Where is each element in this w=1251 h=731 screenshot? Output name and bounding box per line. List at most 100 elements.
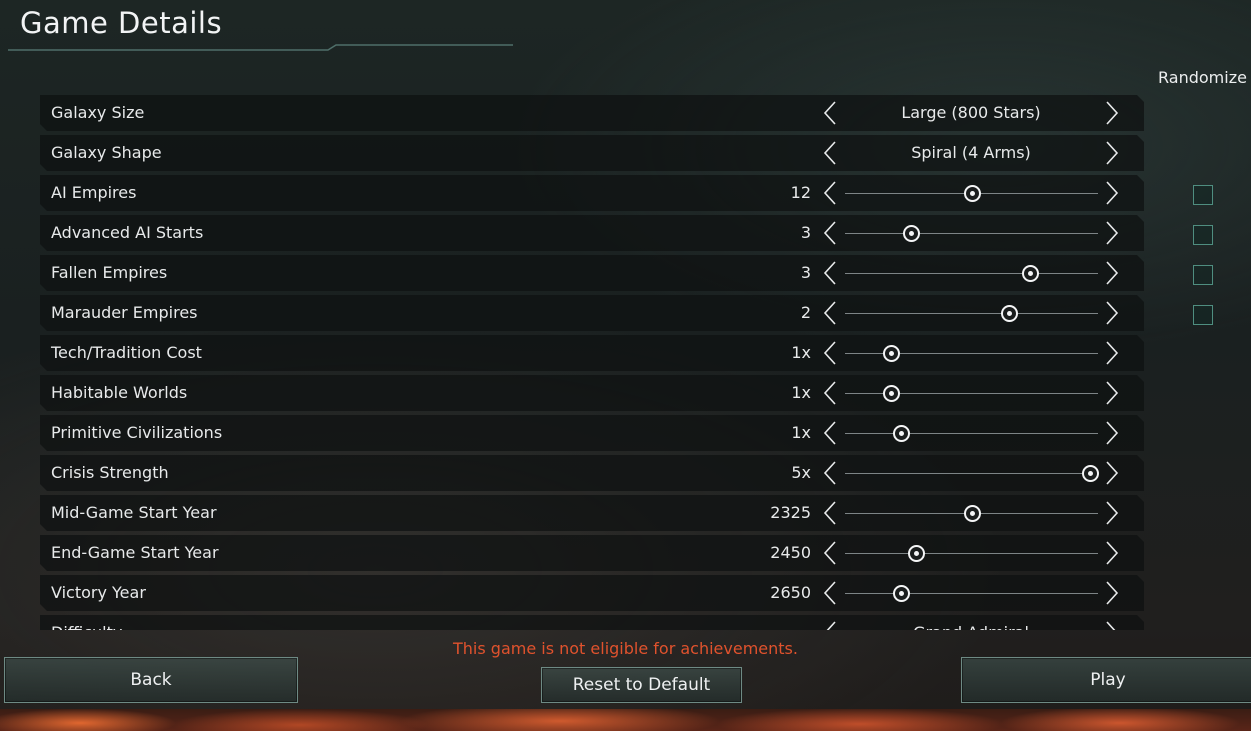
- setting-slider[interactable]: [845, 215, 1098, 251]
- setting-label: Tech/Tradition Cost: [51, 343, 202, 362]
- setting-slider[interactable]: [845, 255, 1098, 291]
- randomize-checkbox-advanced-ai-starts[interactable]: [1193, 225, 1213, 245]
- chevron-right-icon[interactable]: [1102, 619, 1120, 630]
- setting-value: 2450: [770, 543, 811, 562]
- play-button[interactable]: Play: [961, 657, 1251, 703]
- setting-row-primitive-civilizations: Primitive Civilizations 1x: [40, 415, 1144, 451]
- chevron-left-icon[interactable]: [822, 619, 840, 630]
- setting-label: Galaxy Shape: [51, 143, 162, 162]
- setting-choice-value: Grand Admiral: [840, 623, 1102, 630]
- slider-track: [845, 233, 1098, 234]
- setting-label: Victory Year: [51, 583, 146, 602]
- slider-knob[interactable]: [964, 185, 981, 202]
- chevron-right-icon[interactable]: [1102, 99, 1120, 127]
- chevron-left-icon[interactable]: [822, 299, 840, 327]
- setting-label: Difficulty: [51, 623, 122, 630]
- chevron-left-icon[interactable]: [822, 139, 840, 167]
- setting-slider[interactable]: [845, 175, 1098, 211]
- slider-knob[interactable]: [893, 425, 910, 442]
- slider-knob[interactable]: [964, 505, 981, 522]
- chevron-left-icon[interactable]: [822, 499, 840, 527]
- setting-value: 2650: [770, 583, 811, 602]
- setting-value: 2: [800, 303, 811, 322]
- setting-label: Habitable Worlds: [51, 383, 188, 402]
- setting-row-galaxy-shape: Galaxy Shape Spiral (4 Arms): [40, 135, 1144, 171]
- setting-label: Primitive Civilizations: [51, 423, 223, 442]
- chevron-left-icon[interactable]: [822, 459, 840, 487]
- setting-row-crisis-strength: Crisis Strength 5x: [40, 455, 1144, 491]
- setting-slider[interactable]: [845, 295, 1098, 331]
- chevron-right-icon[interactable]: [1102, 219, 1120, 247]
- slider-knob[interactable]: [883, 385, 900, 402]
- chevron-right-icon[interactable]: [1102, 579, 1120, 607]
- chevron-right-icon[interactable]: [1102, 459, 1120, 487]
- setting-slider[interactable]: [845, 495, 1098, 531]
- setting-row-habitable-worlds: Habitable Worlds 1x: [40, 375, 1144, 411]
- chevron-left-icon[interactable]: [822, 419, 840, 447]
- setting-label: Advanced AI Starts: [51, 223, 204, 242]
- setting-value: 3: [800, 263, 811, 282]
- chevron-left-icon[interactable]: [822, 379, 840, 407]
- setting-label: End-Game Start Year: [51, 543, 219, 562]
- chevron-right-icon[interactable]: [1102, 299, 1120, 327]
- setting-row-galaxy-size: Galaxy Size Large (800 Stars): [40, 95, 1144, 131]
- setting-slider[interactable]: [845, 535, 1098, 571]
- randomize-checkbox-marauder-empires[interactable]: [1193, 305, 1213, 325]
- back-button[interactable]: Back: [4, 657, 298, 703]
- chevron-left-icon[interactable]: [822, 339, 840, 367]
- setting-slider[interactable]: [845, 335, 1098, 371]
- slider-track: [845, 433, 1098, 434]
- slider-knob[interactable]: [1001, 305, 1018, 322]
- setting-label: Crisis Strength: [51, 463, 169, 482]
- setting-value: 1x: [791, 343, 811, 362]
- setting-row-fallen-empires: Fallen Empires 3: [40, 255, 1144, 291]
- setting-row-marauder-empires: Marauder Empires 2: [40, 295, 1144, 331]
- title-bar: Game Details: [0, 0, 1251, 58]
- setting-label: Marauder Empires: [51, 303, 198, 322]
- background-lava-strip: [0, 709, 1251, 731]
- chevron-right-icon[interactable]: [1102, 179, 1120, 207]
- chevron-left-icon[interactable]: [822, 579, 840, 607]
- chevron-right-icon[interactable]: [1102, 379, 1120, 407]
- randomize-checkbox-fallen-empires[interactable]: [1193, 265, 1213, 285]
- chevron-left-icon[interactable]: [822, 219, 840, 247]
- setting-slider[interactable]: [845, 415, 1098, 451]
- slider-track: [845, 593, 1098, 594]
- chevron-right-icon[interactable]: [1102, 139, 1120, 167]
- chevron-left-icon[interactable]: [822, 99, 840, 127]
- setting-value: 12: [790, 183, 811, 202]
- slider-knob[interactable]: [1082, 465, 1099, 482]
- setting-slider[interactable]: [845, 575, 1098, 611]
- setting-choice-value: Spiral (4 Arms): [911, 143, 1031, 162]
- setting-row-difficulty: Difficulty Grand Admiral: [40, 615, 1144, 630]
- chevron-right-icon[interactable]: [1102, 259, 1120, 287]
- chevron-left-icon[interactable]: [822, 179, 840, 207]
- slider-knob[interactable]: [903, 225, 920, 242]
- chevron-left-icon[interactable]: [822, 539, 840, 567]
- chevron-right-icon[interactable]: [1102, 539, 1120, 567]
- setting-row-ai-empires: AI Empires 12: [40, 175, 1144, 211]
- setting-row-end-game-start-year: End-Game Start Year 2450: [40, 535, 1144, 571]
- slider-knob[interactable]: [893, 585, 910, 602]
- reset-to-default-button[interactable]: Reset to Default: [541, 667, 742, 703]
- slider-knob[interactable]: [883, 345, 900, 362]
- setting-value: 1x: [791, 423, 811, 442]
- chevron-right-icon[interactable]: [1102, 339, 1120, 367]
- randomize-checkbox-ai-empires[interactable]: [1193, 185, 1213, 205]
- settings-list: Galaxy Size Large (800 Stars) Galaxy Shape…: [40, 94, 1145, 630]
- slider-knob[interactable]: [908, 545, 925, 562]
- setting-slider[interactable]: [845, 455, 1099, 491]
- title-underline: [8, 44, 513, 51]
- page-title: Game Details: [20, 6, 223, 40]
- chevron-right-icon[interactable]: [1102, 419, 1120, 447]
- chevron-left-icon[interactable]: [822, 259, 840, 287]
- setting-slider[interactable]: [845, 375, 1098, 411]
- setting-row-victory-year: Victory Year 2650: [40, 575, 1144, 611]
- setting-row-mid-game-start-year: Mid-Game Start Year 2325: [40, 495, 1144, 531]
- setting-row-tech-tradition-cost: Tech/Tradition Cost 1x: [40, 335, 1144, 371]
- setting-label: Galaxy Size: [51, 103, 145, 122]
- chevron-right-icon[interactable]: [1102, 499, 1120, 527]
- slider-knob[interactable]: [1022, 265, 1039, 282]
- slider-track: [845, 553, 1098, 554]
- randomize-header: Randomize: [1158, 68, 1247, 87]
